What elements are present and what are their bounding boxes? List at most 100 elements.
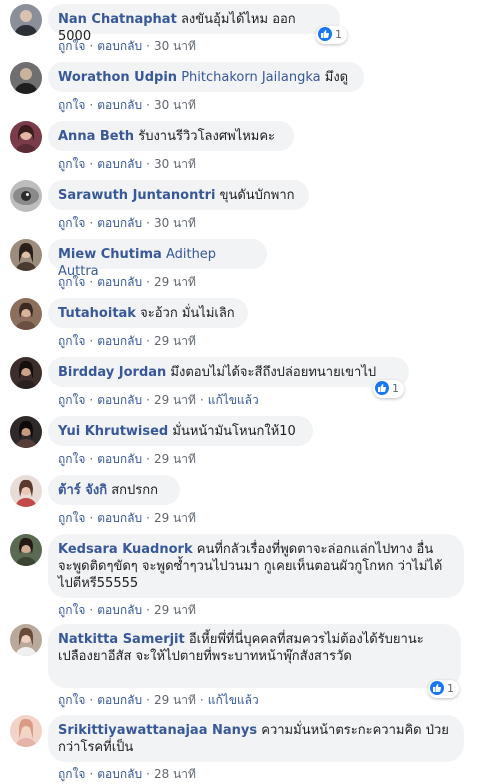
- like-link[interactable]: ถูกใจ: [58, 275, 85, 289]
- avatar[interactable]: [10, 239, 42, 271]
- mention-link[interactable]: Phitchakorn Jailangka: [181, 70, 320, 85]
- reply-link[interactable]: ตอบกลับ: [97, 157, 142, 171]
- comment-author[interactable]: Worathon Udpin: [58, 70, 177, 85]
- like-link[interactable]: ถูกใจ: [58, 216, 85, 230]
- reaction-count[interactable]: 1: [316, 26, 347, 44]
- timestamp[interactable]: 30 นาที: [154, 39, 196, 53]
- reply-link[interactable]: ตอบกลับ: [97, 511, 142, 525]
- like-icon: [318, 27, 332, 41]
- reply-link[interactable]: ตอบกลับ: [97, 216, 142, 230]
- comment-actions: ถูกใจ · ตอบกลับ · 29 นาที: [58, 511, 196, 525]
- comment-bubble: Yui Khrutwised มั่นหน้ามันโหนกให้10: [48, 416, 313, 446]
- comment-text: จะอ้วก มั่นไม่เลิก: [140, 306, 235, 321]
- timestamp[interactable]: 30 นาที: [154, 216, 196, 230]
- comment-bubble: Sarawuth Juntanontri ขุนดันบักพาก: [48, 180, 309, 210]
- like-link[interactable]: ถูกใจ: [58, 603, 85, 617]
- timestamp[interactable]: 30 นาที: [154, 157, 196, 171]
- edited-link[interactable]: แก้ไขแล้ว: [208, 393, 259, 407]
- timestamp[interactable]: 29 นาที: [154, 334, 196, 348]
- like-link[interactable]: ถูกใจ: [58, 98, 85, 112]
- comment-author[interactable]: Srikittiyawattanajaa Nanys: [58, 723, 257, 738]
- comment-author[interactable]: Anna Beth: [58, 129, 134, 144]
- like-link[interactable]: ถูกใจ: [58, 767, 85, 781]
- comment-actions: ถูกใจ · ตอบกลับ · 30 นาที: [58, 157, 196, 171]
- like-icon: [430, 681, 444, 695]
- avatar[interactable]: [10, 475, 42, 507]
- avatar[interactable]: [10, 715, 42, 747]
- comment-bubble: Srikittiyawattanajaa Nanys ความมั่นหน้าต…: [48, 715, 464, 762]
- avatar[interactable]: [10, 357, 42, 389]
- avatar[interactable]: [10, 180, 42, 212]
- comment-bubble: Anna Beth รับงานรีวิวโลงศพไหมคะ: [48, 121, 294, 151]
- reply-link[interactable]: ตอบกลับ: [97, 452, 142, 466]
- comment-bubble: Nan Chatnaphat ลงขันอุ้มได้ไหม ออก 5000: [48, 4, 340, 44]
- reaction-count[interactable]: 1: [373, 380, 404, 398]
- reply-link[interactable]: ตอบกลับ: [97, 693, 142, 707]
- comment-author[interactable]: ต้าร์ จังกิ: [58, 483, 107, 498]
- comment-actions: ถูกใจ · ตอบกลับ · 29 นาที: [58, 334, 196, 348]
- timestamp[interactable]: 29 นาที: [154, 603, 196, 617]
- comment-actions: ถูกใจ · ตอบกลับ · 30 นาที: [58, 98, 196, 112]
- like-link[interactable]: ถูกใจ: [58, 511, 85, 525]
- comment-actions: ถูกใจ · ตอบกลับ · 30 นาที: [58, 216, 196, 230]
- timestamp[interactable]: 29 นาที: [154, 393, 196, 407]
- reply-link[interactable]: ตอบกลับ: [97, 275, 142, 289]
- timestamp[interactable]: 30 นาที: [154, 98, 196, 112]
- comment-actions: ถูกใจ · ตอบกลับ · 28 นาที: [58, 767, 196, 781]
- reaction-count[interactable]: 1: [428, 680, 459, 698]
- timestamp[interactable]: 29 นาที: [154, 511, 196, 525]
- comment-author[interactable]: Sarawuth Juntanontri: [58, 188, 215, 203]
- avatar[interactable]: [10, 534, 42, 566]
- reply-link[interactable]: ตอบกลับ: [97, 98, 142, 112]
- reply-link[interactable]: ตอบกลับ: [97, 603, 142, 617]
- comment-author[interactable]: Tutahoitak: [58, 306, 136, 321]
- like-link[interactable]: ถูกใจ: [58, 334, 85, 348]
- reply-link[interactable]: ตอบกลับ: [97, 393, 142, 407]
- timestamp[interactable]: 29 นาที: [154, 452, 196, 466]
- comment-actions: ถูกใจ · ตอบกลับ · 29 นาที · แก้ไขแล้ว: [58, 693, 259, 707]
- comment-author[interactable]: Birdday Jordan: [58, 365, 166, 380]
- comment-bubble: Worathon Udpin Phitchakorn Jailangka มึง…: [48, 62, 364, 92]
- like-icon: [375, 381, 389, 395]
- comment-author[interactable]: Yui Khrutwised: [58, 424, 168, 439]
- comment-text: รับงานรีวิวโลงศพไหมคะ: [138, 129, 276, 144]
- reply-link[interactable]: ตอบกลับ: [97, 767, 142, 781]
- comment-text: ขุนดันบักพาก: [219, 188, 295, 203]
- reply-link[interactable]: ตอบกลับ: [97, 334, 142, 348]
- comment-text: สกปรกก: [111, 483, 159, 498]
- timestamp[interactable]: 29 นาที: [154, 275, 196, 289]
- comment-author[interactable]: Natkitta Samerjit: [58, 632, 185, 647]
- comment-text: มึงตอบไม่ได้จะสีถึงปล่อยทนายเขาไป: [170, 365, 377, 380]
- like-link[interactable]: ถูกใจ: [58, 452, 85, 466]
- comment-bubble: Birdday Jordan มึงตอบไม่ได้จะสีถึงปล่อยท…: [48, 357, 409, 387]
- like-link[interactable]: ถูกใจ: [58, 39, 85, 53]
- comment-actions: ถูกใจ · ตอบกลับ · 29 นาที: [58, 603, 196, 617]
- comment-text: มึงดู: [324, 70, 349, 85]
- like-link[interactable]: ถูกใจ: [58, 693, 85, 707]
- like-link[interactable]: ถูกใจ: [58, 157, 85, 171]
- avatar[interactable]: [10, 62, 42, 94]
- comment-actions: ถูกใจ · ตอบกลับ · 29 นาที · แก้ไขแล้ว: [58, 393, 259, 407]
- comment-bubble: Natkitta Samerjit อีเหี้ยพึ่ที่นี่บุคคลท…: [48, 624, 461, 688]
- comment-bubble: Tutahoitak จะอ้วก มั่นไม่เลิก: [48, 298, 248, 328]
- like-link[interactable]: ถูกใจ: [58, 393, 85, 407]
- reply-link[interactable]: ตอบกลับ: [97, 39, 142, 53]
- timestamp[interactable]: 28 นาที: [154, 767, 196, 781]
- comment-author[interactable]: Nan Chatnaphat: [58, 12, 177, 27]
- comment-text: มั่นหน้ามันโหนกให้10: [172, 424, 296, 439]
- avatar[interactable]: [10, 416, 42, 448]
- comment-bubble: Kedsara Kuadnork คนที่กลัวเรื่องที่พูดตา…: [48, 534, 464, 598]
- avatar[interactable]: [10, 121, 42, 153]
- avatar[interactable]: [10, 298, 42, 330]
- edited-link[interactable]: แก้ไขแล้ว: [208, 693, 259, 707]
- comment-actions: ถูกใจ · ตอบกลับ · 29 นาที: [58, 275, 196, 289]
- comment-bubble: Miew Chutima Adithep Auttra: [48, 239, 267, 279]
- comment-author[interactable]: Kedsara Kuadnork: [58, 542, 193, 557]
- comment-author[interactable]: Miew Chutima: [58, 247, 162, 262]
- avatar[interactable]: [10, 4, 42, 36]
- comment-actions: ถูกใจ · ตอบกลับ · 29 นาที: [58, 452, 196, 466]
- comment-actions: ถูกใจ · ตอบกลับ · 30 นาที: [58, 39, 196, 53]
- avatar[interactable]: [10, 624, 42, 656]
- comment-bubble: ต้าร์ จังกิ สกปรกก: [48, 475, 180, 505]
- timestamp[interactable]: 29 นาที: [154, 693, 196, 707]
